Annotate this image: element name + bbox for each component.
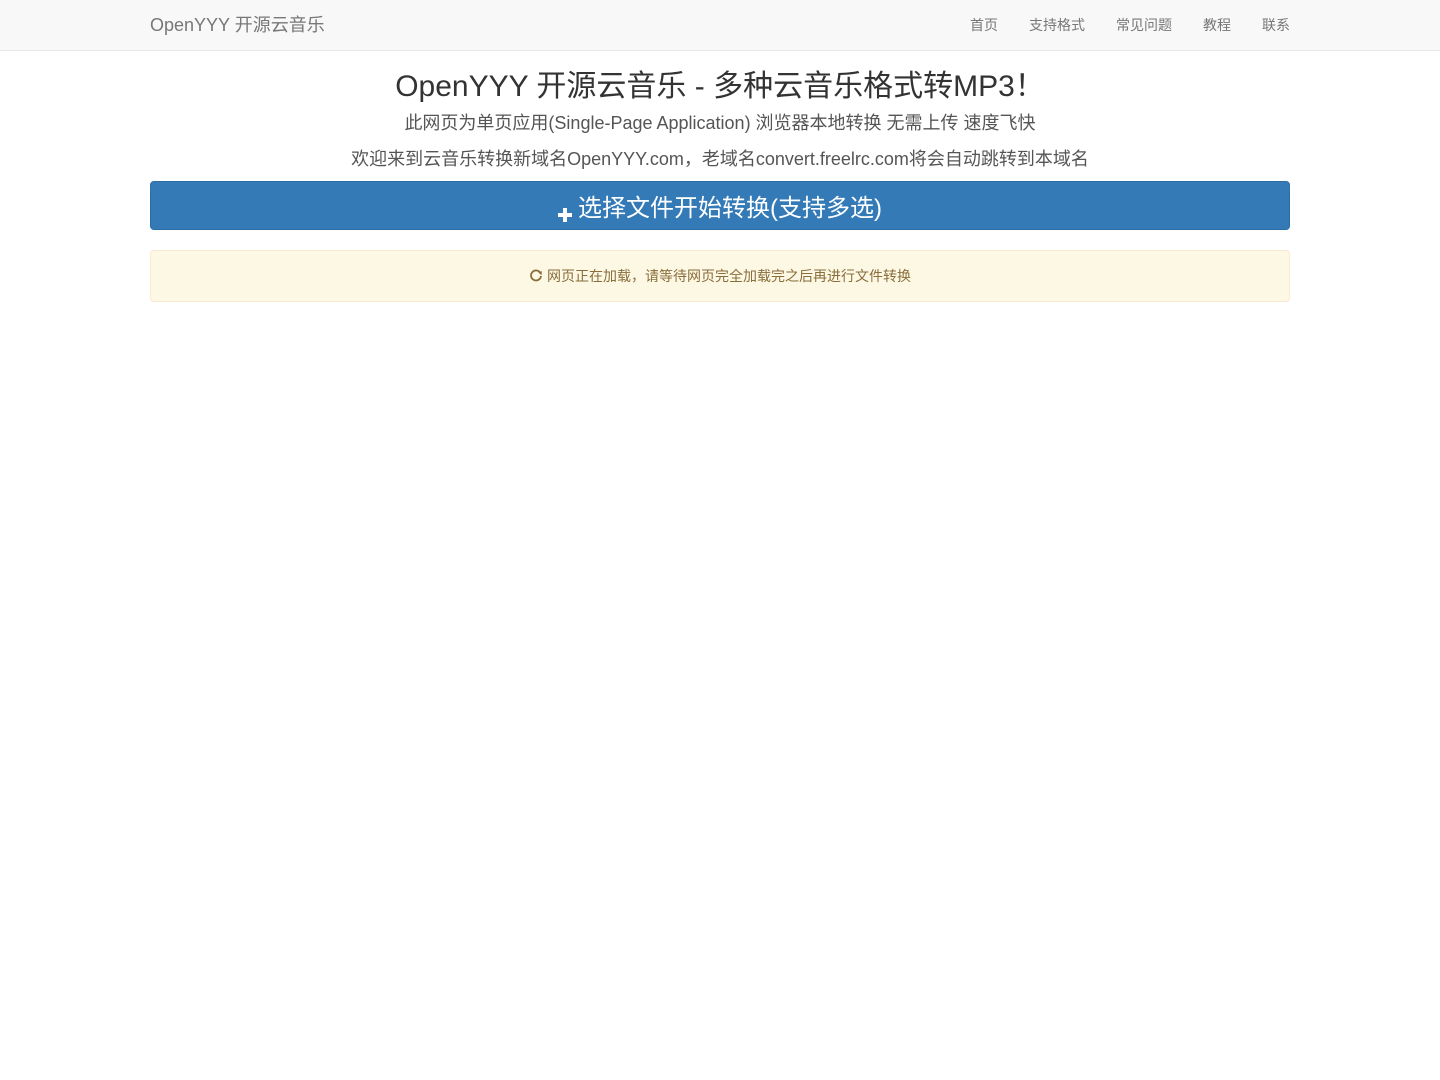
nav-link-formats[interactable]: 支持格式 xyxy=(1029,0,1085,50)
nav-link-faq[interactable]: 常见问题 xyxy=(1116,0,1172,50)
plus-icon xyxy=(558,201,572,222)
select-files-label: 选择文件开始转换(支持多选) xyxy=(578,195,882,222)
nav-links: 首页 支持格式 常见问题 教程 联系 xyxy=(939,0,1290,50)
refresh-icon xyxy=(529,269,543,283)
loading-alert-text: 网页正在加载，请等待网页完全加载完之后再进行文件转换 xyxy=(547,268,911,284)
select-files-button[interactable]: 选择文件开始转换(支持多选) xyxy=(150,181,1290,230)
top-navbar: OpenYYY 开源云音乐 首页 支持格式 常见问题 教程 联系 xyxy=(0,0,1440,51)
page-title: OpenYYY 开源云音乐 - 多种云音乐格式转MP3！ xyxy=(395,70,1045,103)
brand-link[interactable]: OpenYYY 开源云音乐 xyxy=(150,0,325,50)
page-subtitle: 此网页为单页应用(Single-Page Application) 浏览器本地转… xyxy=(404,113,1036,133)
domain-notice: 欢迎来到云音乐转换新域名OpenYYY.com，老域名convert.freel… xyxy=(351,149,1089,169)
main-content: OpenYYY 开源云音乐 - 多种云音乐格式转MP3！ 此网页为单页应用(Si… xyxy=(150,51,1290,302)
nav-link-tutorial[interactable]: 教程 xyxy=(1203,0,1231,50)
nav-link-contact[interactable]: 联系 xyxy=(1262,0,1290,50)
nav-link-home[interactable]: 首页 xyxy=(970,0,998,50)
loading-alert: 网页正在加载，请等待网页完全加载完之后再进行文件转换 xyxy=(150,250,1290,302)
navbar-container: OpenYYY 开源云音乐 首页 支持格式 常见问题 教程 联系 xyxy=(150,0,1290,50)
